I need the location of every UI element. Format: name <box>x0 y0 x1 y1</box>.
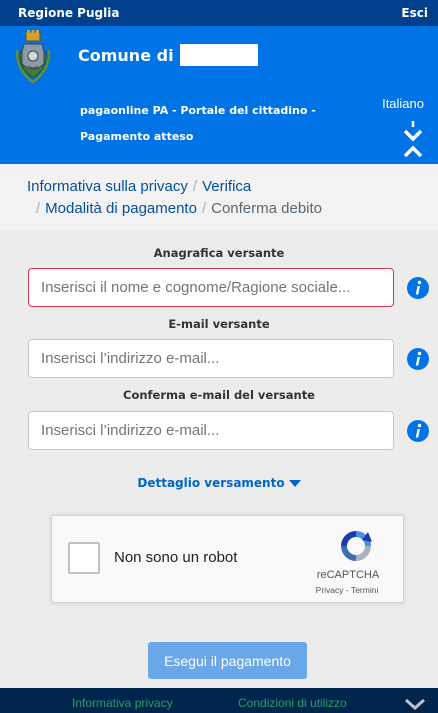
site-header: Comune di pagaonline PA - Portale del ci… <box>0 26 438 164</box>
coat-of-arms-icon <box>15 30 51 84</box>
recaptcha-privacy-link[interactable]: Privacy <box>316 585 344 595</box>
footer-privacy-link[interactable]: Informativa privacy <box>72 696 173 710</box>
recaptcha-terms-link[interactable]: Termini <box>351 585 378 595</box>
language-selector[interactable]: Italiano <box>382 96 424 111</box>
redacted-name <box>179 44 258 66</box>
recaptcha-links: Privacy - Termini <box>299 585 395 595</box>
collapse-icon[interactable] <box>402 120 424 158</box>
page-subtitle: Pagamento atteso <box>80 130 194 143</box>
breadcrumb-privacy[interactable]: Informativa sulla privacy <box>27 178 188 195</box>
top-bar: Regione Puglia Esci <box>0 0 438 26</box>
email-label: E-mail versante <box>168 317 270 331</box>
email-input[interactable] <box>28 339 394 378</box>
recaptcha-brand: reCAPTCHA <box>316 569 380 581</box>
footer-conditions-link[interactable]: Condizioni di utilizzo <box>238 696 347 710</box>
info-icon[interactable] <box>407 420 429 442</box>
recaptcha-links-separator: - <box>343 585 351 595</box>
anagrafica-label: Anagrafica versante <box>153 246 285 260</box>
breadcrumb-separator: / <box>201 200 207 217</box>
recaptcha-checkbox[interactable] <box>68 542 100 574</box>
collapse-icon[interactable] <box>404 699 426 711</box>
comune-title: Comune di <box>78 44 258 66</box>
info-icon[interactable] <box>407 277 429 299</box>
site-footer: Informativa privacy Condizioni di utiliz… <box>0 688 438 713</box>
email-confirm-label: Conferma e-mail del versante <box>123 388 315 402</box>
dettaglio-versamento-toggle[interactable]: Dettaglio versamento <box>0 476 438 490</box>
breadcrumb-separator: / <box>36 200 41 217</box>
comune-prefix: Comune di <box>78 45 174 65</box>
dettaglio-label: Dettaglio versamento <box>137 476 285 490</box>
anagrafica-input[interactable] <box>28 268 394 307</box>
portal-title: pagaonline PA - Portale del cittadino - <box>80 104 316 117</box>
breadcrumb-separator: / <box>192 178 198 195</box>
breadcrumb-verifica[interactable]: Verifica <box>202 178 251 195</box>
breadcrumb-modalita[interactable]: Modalità di pagamento <box>45 200 197 217</box>
caret-down-icon <box>288 480 301 487</box>
exit-link[interactable]: Esci <box>401 6 428 20</box>
recaptcha-widget: Non sono un robot reCAPTCHA Privacy - Te… <box>51 515 404 603</box>
breadcrumb-current: Conferma debito <box>211 200 323 217</box>
email-confirm-input[interactable] <box>28 411 394 450</box>
recaptcha-logo-icon <box>341 531 372 561</box>
submit-payment-button[interactable]: Esegui il pagamento <box>148 642 307 679</box>
payment-form: Anagrafica versante E-mail versante Conf… <box>0 230 438 688</box>
region-label: Regione Puglia <box>18 6 120 20</box>
recaptcha-label: Non sono un robot <box>114 549 238 566</box>
breadcrumb: Informativa sulla privacy / Verifica / Moda… <box>0 164 438 230</box>
info-icon[interactable] <box>407 348 429 370</box>
